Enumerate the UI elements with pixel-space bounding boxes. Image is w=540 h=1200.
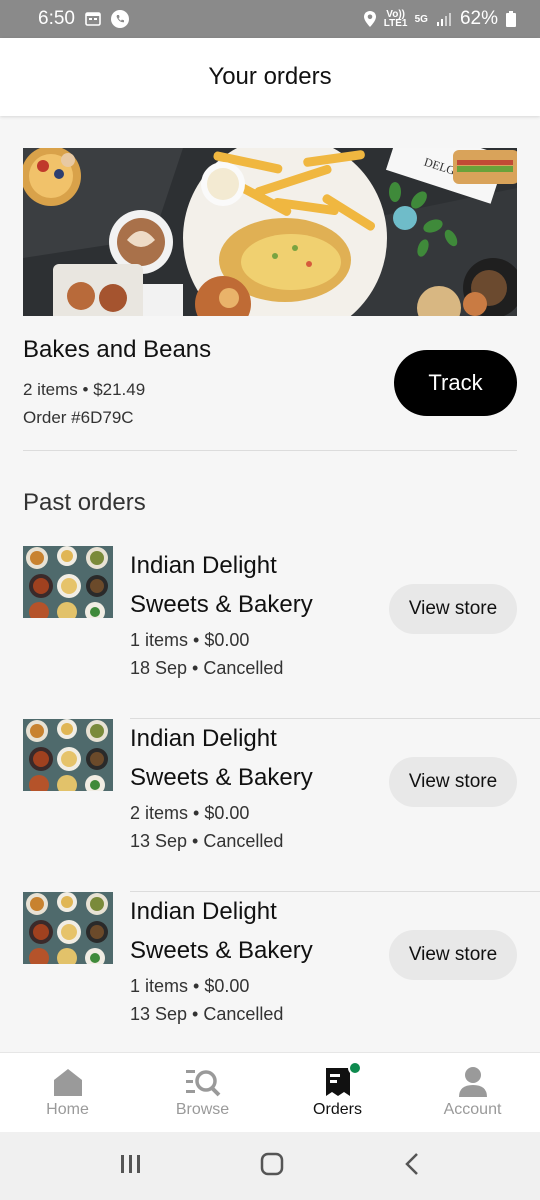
store-name[interactable]: Indian Delight Sweets & Bakery [130,719,370,797]
current-order-details: 2 items • $21.49 Order #6D79C [23,376,145,432]
nav-orders[interactable]: Orders [270,1053,405,1132]
home-button-icon[interactable] [259,1151,285,1182]
nav-browse-label: Browse [175,1101,230,1118]
nav-home[interactable]: Home [0,1053,135,1132]
nav-home-label: Home [46,1101,89,1118]
header: Your orders [0,38,540,116]
past-order-row[interactable]: Indian Delight Sweets & Bakery 1 items •… [0,546,540,719]
past-order-row[interactable]: Indian Delight Sweets & Bakery 2 items •… [0,719,540,892]
store-name[interactable]: Indian Delight Sweets & Bakery [130,892,370,970]
orders-notification-dot [348,1061,362,1075]
store-name-line1: Indian Delight [130,725,277,752]
calendar-notification-icon [85,12,101,26]
phone-call-icon [110,10,129,28]
page-title: Your orders [208,63,332,90]
volte-indicator: Vo)) LTE1 [383,9,408,29]
recent-apps-icon[interactable] [118,1152,142,1181]
store-name-line1: Indian Delight [130,898,277,925]
store-thumbnail[interactable] [23,719,113,791]
nav-account[interactable]: Account [405,1053,540,1132]
order-details: 1 items • $0.00 13 Sep • Cancelled [130,972,283,1028]
view-store-button[interactable]: View store [389,930,517,980]
indian-food-thumbnail [23,719,113,791]
battery-icon [506,11,516,27]
store-name-line2: Sweets & Bakery [130,591,313,618]
browse-icon [185,1065,221,1099]
view-store-button[interactable]: View store [389,584,517,634]
nav-orders-label: Orders [313,1101,362,1118]
nav-browse[interactable]: Browse [135,1053,270,1132]
order-summary: 1 items • $0.00 [130,630,250,650]
bottom-nav: Home Browse Orders Account [0,1052,540,1132]
order-status: 13 Sep • Cancelled [130,831,284,851]
current-order-image[interactable]: DELGANI [23,148,517,316]
store-name-line2: Sweets & Bakery [130,937,313,964]
system-nav-bar [0,1132,540,1200]
view-store-button[interactable]: View store [389,757,517,807]
order-details: 1 items • $0.00 18 Sep • Cancelled [130,626,283,682]
orders-icon [324,1065,352,1099]
store-name[interactable]: Indian Delight Sweets & Bakery [130,546,370,624]
current-order-store-name[interactable]: Bakes and Beans [23,336,211,364]
order-status: 13 Sep • Cancelled [130,1004,284,1024]
store-thumbnail[interactable] [23,546,113,618]
food-spread-illustration: DELGANI [23,148,517,316]
order-summary: 1 items • $0.00 [130,976,250,996]
past-order-row[interactable]: Indian Delight Sweets & Bakery 1 items •… [0,892,540,1065]
account-icon [458,1065,488,1099]
back-icon[interactable] [402,1151,422,1182]
store-name-line1: Indian Delight [130,552,277,579]
status-bar: 6:50 Vo)) LTE1 5G 62% [0,0,540,38]
status-time: 6:50 [38,8,75,29]
network-5g-indicator: 5G [414,13,428,25]
track-button[interactable]: Track [394,350,517,416]
order-details: 2 items • $0.00 13 Sep • Cancelled [130,799,283,855]
current-order-summary: 2 items • $21.49 [23,380,146,399]
order-summary: 2 items • $0.00 [130,803,250,823]
store-name-line2: Sweets & Bakery [130,764,313,791]
past-orders-title: Past orders [23,489,146,516]
location-icon [363,10,377,28]
home-icon [52,1065,84,1099]
nav-account-label: Account [443,1101,502,1118]
battery-percentage: 62% [459,8,498,29]
divider [23,450,517,451]
current-order-number: Order #6D79C [23,408,134,427]
order-status: 18 Sep • Cancelled [130,658,284,678]
indian-food-thumbnail [23,892,113,964]
signal-strength-icon [436,11,452,27]
indian-food-thumbnail [23,546,113,618]
store-thumbnail[interactable] [23,892,113,964]
